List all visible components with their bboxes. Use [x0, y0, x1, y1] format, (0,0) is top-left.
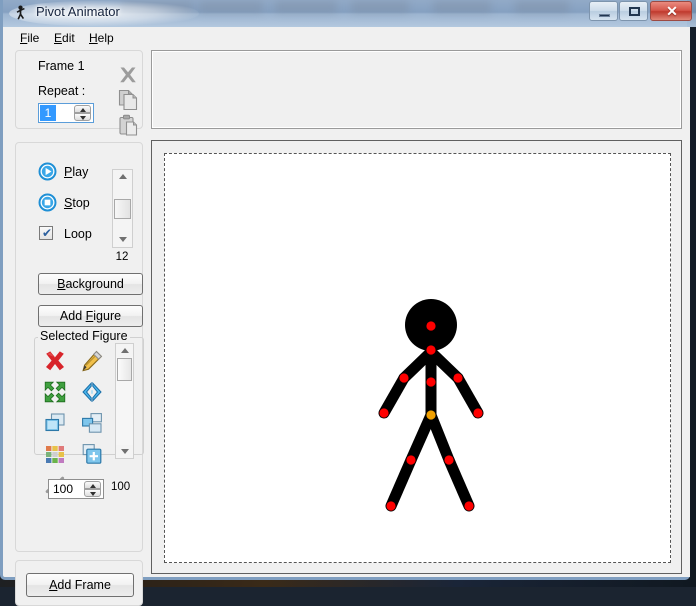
figure-joint-torso-joint[interactable] [426, 377, 436, 387]
figure-joint-right-knee[interactable] [444, 455, 454, 465]
figure-scale-spinner[interactable]: 100 [48, 479, 104, 499]
figure-scale-label: 100 [111, 481, 131, 493]
menu-item-help[interactable]: Help [83, 30, 120, 46]
maximize-icon [629, 7, 640, 16]
menu-item-file[interactable]: FFileile [14, 30, 45, 46]
checkmark-icon: ✔ [42, 226, 53, 240]
application-window: Pivot Animator ✕ FFileile Edit Help Fram… [0, 0, 696, 606]
menu-bar: FFileile Edit Help [6, 27, 690, 48]
speed-slider[interactable] [112, 169, 133, 248]
stick-figure-icon [16, 5, 25, 20]
figure-color-icon[interactable] [43, 442, 67, 466]
figure-scale-value[interactable]: 100 [53, 482, 73, 496]
figure-segment-left-shin[interactable] [385, 454, 417, 512]
client-area: Frame 1 Repeat : 1 Play Stop ✔ Loop 12 B… [6, 48, 690, 606]
figure-joint-left-hand[interactable] [379, 408, 389, 418]
bring-to-front-icon[interactable] [80, 411, 104, 435]
selected-figure-scrollbar[interactable] [115, 343, 134, 459]
figure-scroll-thumb[interactable] [117, 358, 132, 381]
figure-segment-right-thigh[interactable] [425, 409, 455, 466]
copy-frame-icon[interactable] [118, 89, 138, 111]
frames-timeline-strip[interactable] [151, 50, 682, 129]
figure-joint-head-joint[interactable] [426, 321, 436, 331]
selected-figure-title: Selected Figure [38, 329, 130, 343]
window-title: Pivot Animator [36, 4, 120, 19]
figure-segment-right-forearm[interactable] [452, 372, 484, 419]
minimize-button[interactable] [589, 1, 618, 21]
repeat-increment-button[interactable] [74, 105, 91, 113]
delete-figure-icon[interactable] [43, 349, 67, 373]
figure-scroll-up-button[interactable] [116, 344, 133, 357]
stick-figure[interactable] [165, 154, 670, 562]
close-icon: ✕ [666, 3, 678, 19]
speed-down-button[interactable] [113, 233, 132, 247]
speed-value-label: 12 [115, 251, 129, 263]
scale-spinner-buttons[interactable] [84, 481, 101, 498]
title-bar[interactable]: Pivot Animator ✕ [3, 0, 696, 27]
figure-joint-right-hand[interactable] [473, 408, 483, 418]
repeat-spinner[interactable]: 1 [38, 103, 94, 123]
minimize-icon [599, 14, 610, 17]
figure-segment-right-shin[interactable] [443, 454, 475, 512]
figure-joint-left-foot[interactable] [386, 501, 396, 511]
repeat-label: Repeat : [38, 84, 86, 98]
stop-icon[interactable] [38, 193, 57, 212]
menu-item-edit[interactable]: Edit [48, 30, 81, 46]
figure-joint-hip-root-joint[interactable] [426, 410, 436, 420]
stop-label[interactable]: Stop [64, 196, 90, 210]
flip-figure-icon[interactable] [80, 380, 104, 404]
figure-joint-left-knee[interactable] [406, 455, 416, 465]
play-label[interactable]: Play [64, 165, 88, 179]
figure-joint-right-foot[interactable] [464, 501, 474, 511]
repeat-spinner-buttons[interactable] [74, 105, 91, 122]
figure-segment-left-forearm[interactable] [378, 372, 410, 419]
frame-number-label: Frame 1 [38, 59, 85, 73]
scale-increment-button[interactable] [84, 481, 101, 489]
speed-slider-thumb[interactable] [114, 199, 131, 219]
repeat-value[interactable]: 1 [40, 105, 56, 121]
maximize-button[interactable] [619, 1, 648, 21]
duplicate-figure-icon[interactable] [43, 411, 67, 435]
play-icon[interactable] [38, 162, 57, 181]
add-figure-button[interactable]: Add Figure [38, 305, 143, 327]
close-button[interactable]: ✕ [650, 1, 692, 21]
animation-canvas-area[interactable] [151, 140, 682, 574]
figure-scroll-down-button[interactable] [116, 445, 133, 458]
frame-info-panel: Frame 1 Repeat : 1 [15, 50, 143, 136]
add-frame-button[interactable]: Add Frame [26, 573, 134, 597]
figure-joint-right-elbow[interactable] [453, 373, 463, 383]
playback-tools-panel: Play Stop ✔ Loop 12 Background Add Figur… [15, 142, 144, 552]
paste-frame-icon[interactable] [118, 114, 138, 136]
repeat-decrement-button[interactable] [74, 113, 91, 121]
canvas-drawing-bounds[interactable] [164, 153, 671, 563]
loop-label[interactable]: Loop [64, 227, 92, 241]
figure-joint-left-elbow[interactable] [399, 373, 409, 383]
speed-up-button[interactable] [113, 170, 132, 184]
figure-joint-neck-joint[interactable] [426, 345, 436, 355]
loop-checkbox[interactable]: ✔ [39, 226, 53, 240]
edit-figure-icon[interactable] [80, 349, 104, 373]
add-to-library-icon[interactable] [80, 442, 104, 466]
background-button[interactable]: Background [38, 273, 143, 295]
red-x-delete-icon[interactable] [117, 65, 139, 85]
scale-decrement-button[interactable] [84, 489, 101, 497]
resize-figure-icon[interactable] [43, 380, 67, 404]
